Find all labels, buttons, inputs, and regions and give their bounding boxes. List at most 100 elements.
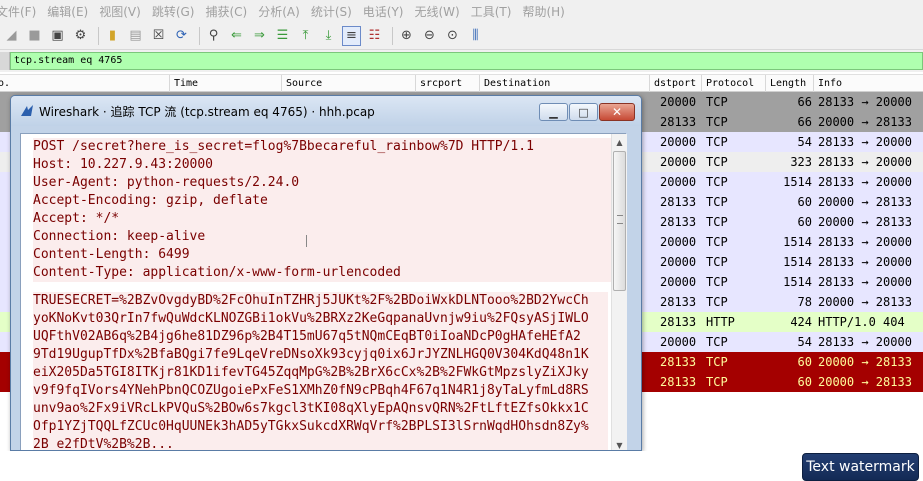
close-file-icon[interactable]: ☒ [149, 26, 168, 46]
save-file-icon[interactable]: ▤ [126, 26, 145, 46]
column-header-dstport[interactable]: dstport [650, 75, 702, 92]
last-packet-icon[interactable]: ⤓ [319, 26, 338, 46]
forward-icon[interactable]: ⇒ [250, 26, 269, 46]
column-header-info[interactable]: Info [814, 75, 923, 92]
minimize-button[interactable]: ▁ [539, 103, 568, 121]
display-filter-bar: tcp.stream eq 4765 [0, 50, 923, 72]
packet-protocol: TCP [706, 375, 728, 389]
header-line: Accept-Encoding: gzip, deflate [33, 192, 611, 210]
packet-info: 28133 → 20000 [818, 155, 912, 169]
colorize-icon[interactable]: ☷ [365, 26, 384, 46]
maximize-button[interactable]: □ [569, 103, 598, 121]
column-header-protocol[interactable]: Protocol [702, 75, 766, 92]
find-icon[interactable]: ⚲ [204, 26, 223, 46]
dialog-title: Wireshark · 追踪 TCP 流 (tcp.stream eq 4765… [39, 105, 375, 119]
packet-length: 60 [797, 195, 812, 209]
stream-text[interactable]: POST /secret?here_is_secret=flog%7Bbecar… [21, 134, 611, 450]
packet-length: 66 [797, 115, 812, 129]
body-line: unv9ao%2Fx9iVRcLkPVQuS%2BOw6s7kgcl3tKI08… [33, 400, 608, 418]
reload-icon[interactable]: ⟳ [172, 26, 191, 46]
scroll-down-arrow-icon[interactable]: ▼ [612, 437, 627, 450]
header-line: Accept: */* [33, 210, 611, 228]
toolbar-separator [199, 26, 200, 45]
body-line: Ofp1YZjTQQLfZCUc0HqUUNEk3hAD5yTGkxSukcdX… [33, 418, 608, 436]
menu-edit[interactable]: 编辑(E) [47, 3, 99, 20]
menu-bar: 文件(F) 编辑(E) 视图(V) 跳转(G) 捕获(C) 分析(A) 统计(S… [0, 0, 923, 22]
stop-icon[interactable]: ■ [25, 26, 44, 46]
menu-capture[interactable]: 捕获(C) [205, 3, 258, 20]
packet-length: 54 [797, 335, 812, 349]
vertical-scrollbar[interactable]: ▲ ▼ [611, 134, 627, 450]
shark-fin-icon[interactable]: ◢ [2, 26, 21, 46]
close-icon: ✕ [611, 105, 623, 119]
normal-size-icon[interactable]: ⊙ [443, 26, 462, 46]
zoom-out-icon[interactable]: ⊖ [420, 26, 439, 46]
zoom-in-icon[interactable]: ⊕ [397, 26, 416, 46]
packet-protocol: TCP [706, 255, 728, 269]
header-line: User-Agent: python-requests/2.24.0 [33, 174, 611, 192]
menu-telephony[interactable]: 电话(Y) [363, 3, 415, 20]
restart-icon[interactable]: ▣ [48, 26, 67, 46]
column-header-time[interactable]: Time [170, 75, 282, 92]
packet-info: 20000 → 28133 [818, 375, 912, 389]
body-line: UQFthV02AB6q%2B4jg6he81DZ96p%2B4T15mU67q… [33, 328, 608, 346]
column-header-destination[interactable]: Destination [480, 75, 650, 92]
menu-help[interactable]: 帮助(H) [522, 3, 575, 20]
menu-go[interactable]: 跳转(G) [152, 3, 206, 20]
column-header-source[interactable]: Source [282, 75, 416, 92]
filter-bookmark-icon[interactable] [0, 52, 10, 70]
body-line: eiX205Da5TGI8ITKjr81KD1ifevTG45ZqqMpG%2B… [33, 364, 608, 382]
scroll-up-arrow-icon[interactable]: ▲ [612, 134, 627, 150]
minimize-icon: ▁ [549, 105, 558, 119]
http-request-headers: POST /secret?here_is_secret=flog%7Bbecar… [33, 138, 611, 282]
bottom-area [0, 451, 923, 481]
packet-length: 424 [790, 315, 812, 329]
packet-info: 28133 → 20000 [818, 275, 912, 289]
packet-protocol: TCP [706, 155, 728, 169]
column-header-srcport[interactable]: srcport [416, 75, 480, 92]
packet-length: 54 [797, 135, 812, 149]
packet-protocol: TCP [706, 355, 728, 369]
display-filter-input[interactable]: tcp.stream eq 4765 [10, 52, 923, 70]
packet-length: 323 [790, 155, 812, 169]
column-header-no[interactable]: o. [0, 75, 170, 92]
header-line: Content-Length: 6499 [33, 246, 611, 264]
wireshark-logo-icon [21, 105, 33, 116]
body-line: TRUESECRET=%2BZvOvgdyBD%2FcOhuInTZHRj5JU… [33, 292, 608, 310]
first-packet-icon[interactable]: ⤒ [296, 26, 315, 46]
packet-protocol: TCP [706, 195, 728, 209]
menu-analyze[interactable]: 分析(A) [258, 3, 311, 20]
menu-file[interactable]: 文件(F) [0, 3, 47, 20]
go-to-packet-icon[interactable]: ☰ [273, 26, 292, 46]
packet-length: 1514 [783, 175, 812, 189]
request-line: POST /secret?here_is_secret=flog%7Bbecar… [33, 138, 611, 156]
packet-dstport: 20000 [660, 95, 697, 109]
packet-protocol: TCP [706, 175, 728, 189]
open-folder-icon[interactable]: ▮ [103, 26, 122, 46]
packet-protocol: TCP [706, 275, 728, 289]
packet-info: 20000 → 28133 [818, 295, 912, 309]
column-header-length[interactable]: Length [766, 75, 814, 92]
dialog-title-bar[interactable]: Wireshark · 追踪 TCP 流 (tcp.stream eq 4765… [11, 96, 641, 126]
menu-statistics[interactable]: 统计(S) [311, 3, 363, 20]
packet-dstport: 20000 [660, 255, 697, 269]
scrollbar-thumb[interactable] [613, 151, 626, 291]
close-button[interactable]: ✕ [599, 103, 635, 121]
menu-tools[interactable]: 工具(T) [471, 3, 523, 20]
packet-info: 28133 → 20000 [818, 235, 912, 249]
menu-wireless[interactable]: 无线(W) [415, 3, 471, 20]
packet-info: 28133 → 20000 [818, 335, 912, 349]
packet-info: HTTP/1.0 404 [818, 315, 905, 329]
back-icon[interactable]: ⇐ [227, 26, 246, 46]
packet-list-header: o. Time Source srcport Destination dstpo… [0, 74, 923, 92]
body-line: 2B e2fDtV%2B%2B... [33, 436, 608, 450]
resize-columns-icon[interactable]: ⫼ [466, 26, 485, 46]
menu-view[interactable]: 视图(V) [99, 3, 152, 20]
http-request-body: TRUESECRET=%2BZvOvgdyBD%2FcOhuInTZHRj5JU… [33, 292, 611, 450]
packet-info: 28133 → 20000 [818, 175, 912, 189]
packet-dstport: 28133 [660, 195, 697, 209]
autoscroll-icon[interactable]: ≡ [342, 25, 361, 46]
packet-dstport: 28133 [660, 215, 697, 229]
text-watermark-button[interactable]: Text watermark [802, 453, 919, 481]
options-gear-icon[interactable]: ⚙ [71, 26, 90, 46]
